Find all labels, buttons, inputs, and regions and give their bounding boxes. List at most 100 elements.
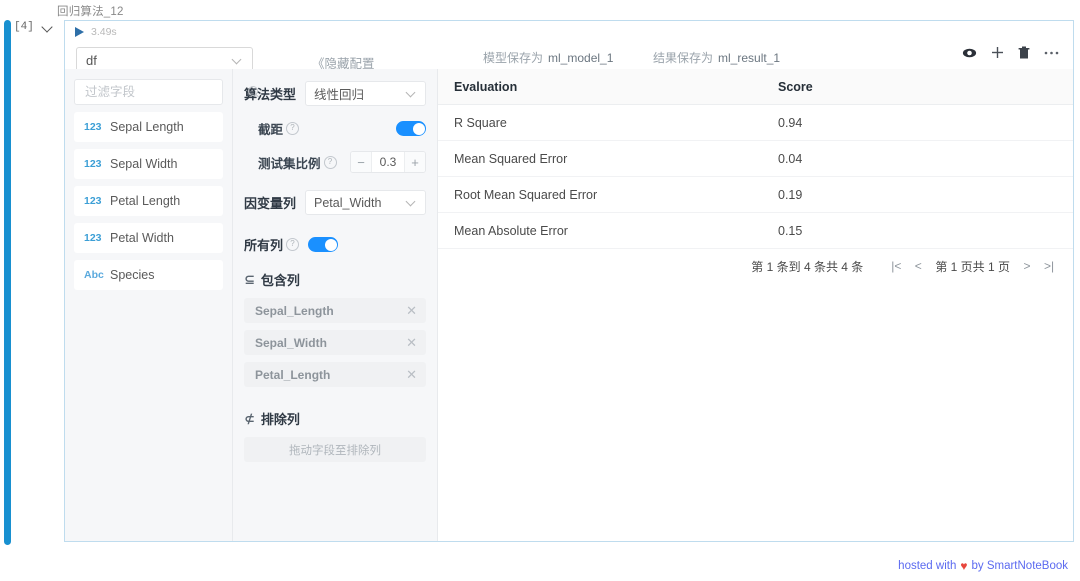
plus-icon[interactable]: [991, 46, 1004, 59]
chevron-down-icon: [406, 88, 417, 99]
field-item[interactable]: 123 Sepal Width: [74, 149, 223, 179]
dependent-column-value: Petal_Width: [314, 195, 382, 210]
field-item[interactable]: Abc Species: [74, 260, 223, 290]
trash-icon[interactable]: [1018, 46, 1030, 59]
chevron-down-icon[interactable]: [41, 20, 55, 34]
cell-gutter: [4]: [14, 21, 64, 34]
intercept-row: 截距 ?: [244, 119, 426, 138]
result-panel: Evaluation Score R Square 0.94 Mean Squa…: [438, 69, 1073, 541]
table-row: Mean Squared Error 0.04: [438, 140, 1073, 177]
source-dataframe-value: df: [86, 52, 97, 68]
result-save-value: ml_result_1: [718, 51, 781, 65]
cell-evaluation: R Square: [438, 104, 762, 141]
field-item[interactable]: 123 Petal Length: [74, 186, 223, 216]
field-type-badge: 123: [84, 232, 102, 244]
chevron-down-icon: [232, 55, 243, 66]
table-row: R Square 0.94: [438, 104, 1073, 141]
field-item[interactable]: 123 Sepal Length: [74, 112, 223, 142]
field-filter-box[interactable]: [74, 79, 258, 105]
all-columns-toggle[interactable]: [308, 237, 339, 252]
not-subset-icon: ⊄: [244, 410, 255, 426]
intercept-label-text: 截距: [258, 123, 284, 137]
dependent-column-label: 因变量列: [244, 196, 297, 211]
intercept-toggle[interactable]: [396, 121, 426, 136]
algorithm-type-select[interactable]: 线性回归: [305, 81, 426, 106]
chip-label: Petal_Length: [255, 367, 331, 382]
footer-credit: hosted with ♥ by SmartNoteBook: [898, 559, 1068, 573]
test-ratio-value[interactable]: 0.3: [371, 152, 405, 172]
result-save-label: 结果保存为: [653, 51, 714, 65]
cell-evaluation: Mean Squared Error: [438, 140, 762, 177]
close-icon[interactable]: ✕: [405, 368, 418, 381]
field-type-badge: 123: [84, 121, 102, 133]
pagination-first-button[interactable]: |<: [885, 255, 907, 277]
model-save-info: 模型保存为 ml_model_1: [483, 49, 613, 66]
run-duration: 3.49s: [91, 26, 117, 38]
play-triangle-icon[interactable]: [75, 27, 84, 37]
cell-score: 0.19: [762, 176, 1073, 213]
pagination-last-button[interactable]: >|: [1038, 255, 1060, 277]
execution-count: [4]: [14, 21, 34, 33]
field-item[interactable]: 123 Petal Width: [74, 223, 223, 253]
chevron-down-icon: [406, 197, 417, 208]
test-ratio-row: 测试集比例 ? − 0.3 +: [244, 151, 426, 173]
dependent-column-select[interactable]: Petal_Width: [305, 190, 426, 215]
heart-icon: ♥: [960, 559, 968, 573]
exclude-columns-dropzone[interactable]: 拖动字段至排除列: [244, 437, 426, 462]
field-type-badge: 123: [84, 158, 102, 170]
cell-selected-indicator: [4, 20, 11, 545]
help-icon[interactable]: ?: [323, 155, 337, 169]
fields-panel: 123 Sepal Length 123 Sepal Width 123 Pet…: [65, 69, 258, 541]
stepper-increment-button[interactable]: +: [405, 152, 425, 172]
chip-label: Sepal_Length: [255, 303, 334, 318]
footer-prefix: hosted with: [898, 560, 957, 572]
cell-title: 回归算法_12: [57, 6, 124, 18]
test-ratio-label-text: 测试集比例: [258, 156, 321, 171]
table-row: Root Mean Squared Error 0.19: [438, 176, 1073, 213]
pagination-page-text: 第 1 页共 1 页: [935, 259, 1010, 274]
stepper-decrement-button[interactable]: −: [351, 152, 371, 172]
cell-score: 0.04: [762, 140, 1073, 177]
close-icon[interactable]: ✕: [405, 336, 418, 349]
model-save-value: ml_model_1: [548, 51, 614, 65]
include-column-chip[interactable]: Sepal_Length ✕: [244, 298, 426, 323]
exclude-columns-label: 排除列: [260, 412, 300, 427]
pagination-prev-button[interactable]: <: [907, 255, 929, 277]
column-header-evaluation[interactable]: Evaluation: [438, 69, 762, 105]
cell-toolbar: 3.49s df 《隐藏配置 模型保存为 ml_model_1 结果保存为 ml_r…: [65, 21, 1073, 73]
field-name: Sepal Width: [110, 157, 178, 171]
algorithm-type-row: 算法类型 线性回归: [244, 81, 426, 106]
field-name: Petal Width: [110, 231, 174, 245]
cell-score: 0.15: [762, 212, 1073, 249]
pagination-next-button[interactable]: >: [1016, 255, 1038, 277]
test-ratio-label: 测试集比例 ?: [258, 153, 337, 172]
field-type-badge: Abc: [84, 269, 104, 281]
cell-body: 123 Sepal Length 123 Sepal Width 123 Pet…: [65, 69, 1073, 541]
eye-icon[interactable]: [962, 47, 977, 59]
cell-container: 3.49s df 《隐藏配置 模型保存为 ml_model_1 结果保存为 ml_r…: [64, 20, 1074, 542]
footer-suffix: by SmartNoteBook: [971, 560, 1068, 572]
include-columns-label: 包含列: [260, 273, 300, 288]
help-icon[interactable]: ?: [286, 238, 300, 251]
table-row: Mean Absolute Error 0.15: [438, 212, 1073, 249]
all-columns-label: 所有列 ?: [244, 235, 300, 254]
include-column-chip[interactable]: Sepal_Width ✕: [244, 330, 426, 355]
all-columns-label-text: 所有列: [244, 238, 284, 253]
ellipsis-icon[interactable]: [1044, 51, 1059, 55]
table-header-row: Evaluation Score: [438, 69, 1073, 105]
include-column-chip[interactable]: Petal_Length ✕: [244, 362, 426, 387]
search-input[interactable]: [83, 84, 248, 100]
chip-label: Sepal_Width: [255, 335, 327, 350]
close-icon[interactable]: ✕: [405, 304, 418, 317]
algorithm-type-value: 线性回归: [314, 88, 365, 102]
result-save-info: 结果保存为 ml_result_1: [653, 49, 780, 66]
field-name: Petal Length: [110, 194, 181, 208]
help-icon[interactable]: ?: [286, 122, 300, 135]
all-columns-row: 所有列 ?: [244, 235, 426, 254]
test-ratio-stepper[interactable]: − 0.3 +: [350, 151, 426, 173]
field-type-badge: 123: [84, 195, 102, 207]
search-icon: [248, 85, 261, 99]
cell-evaluation: Root Mean Squared Error: [438, 176, 762, 213]
dependent-column-row: 因变量列 Petal_Width: [244, 190, 426, 215]
column-header-score[interactable]: Score: [762, 69, 1073, 105]
